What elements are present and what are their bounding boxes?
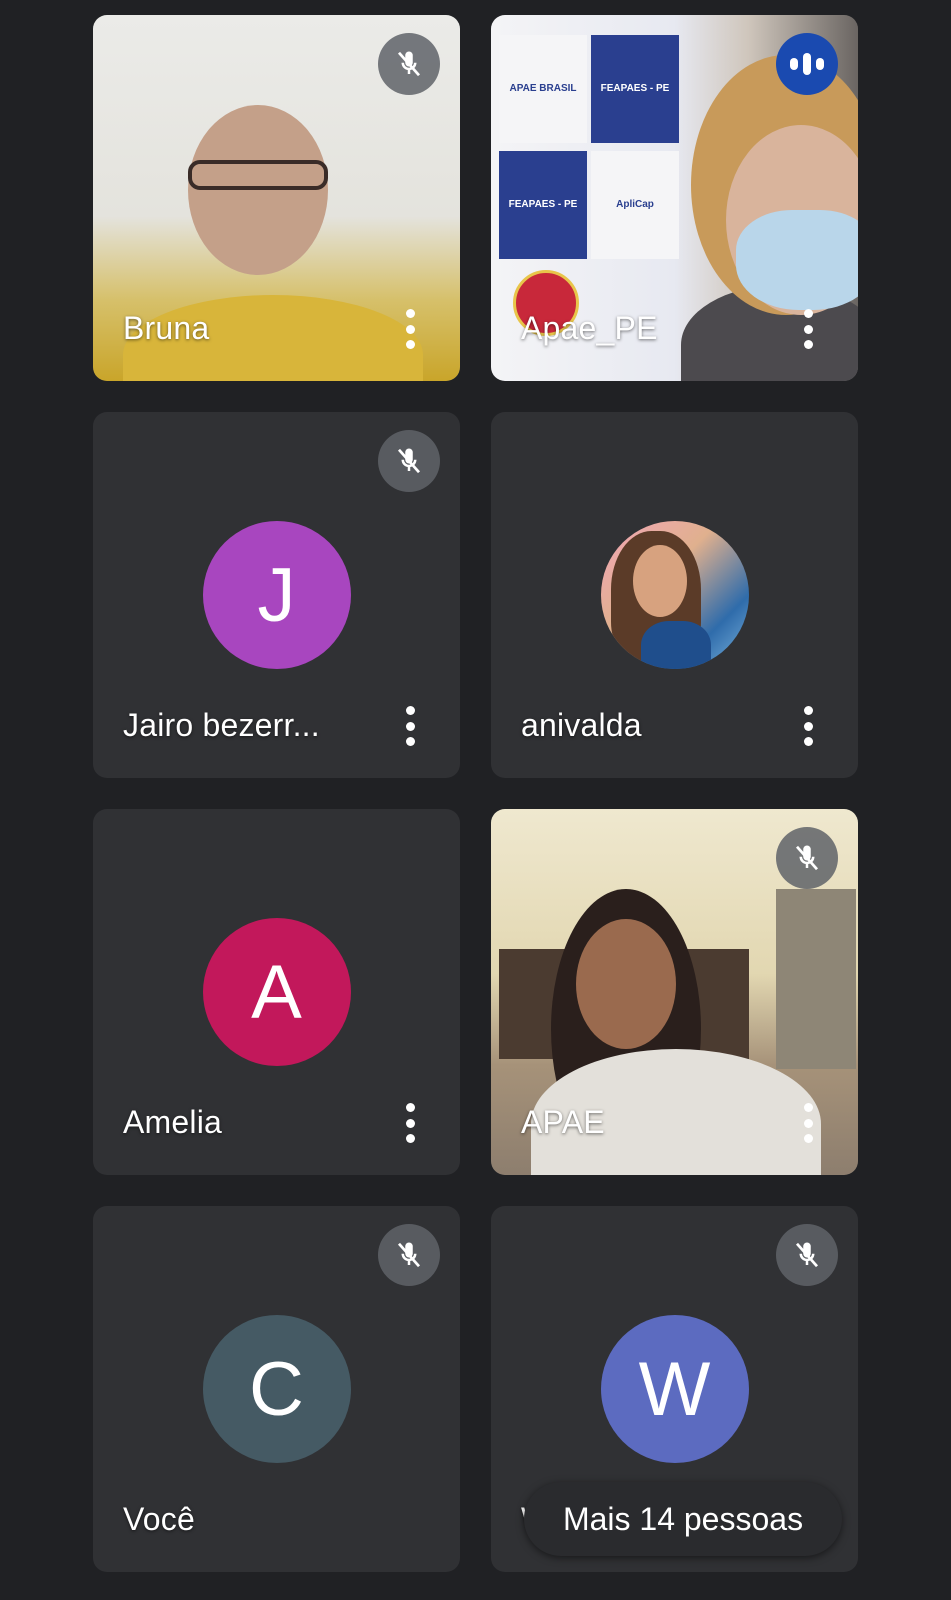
person-face: [632, 545, 687, 617]
more-options-icon[interactable]: [800, 1101, 816, 1145]
more-options-icon[interactable]: [800, 307, 816, 351]
participant-name: anivalda: [521, 707, 642, 743]
avatar: J: [202, 521, 351, 669]
participant-name: Bruna: [123, 310, 210, 346]
person-face: [576, 919, 676, 1049]
participant-name: APAE: [521, 1104, 605, 1140]
mic-off-icon: [776, 1224, 838, 1286]
glasses-shape: [188, 160, 328, 190]
participant-tile-anivalda[interactable]: anivalda: [491, 412, 858, 778]
avatar: [600, 521, 749, 669]
window-shape: [776, 889, 856, 1069]
face-mask: [736, 210, 858, 310]
mic-off-icon: [378, 1224, 440, 1286]
participant-tile-apae-pe[interactable]: APAE BRASIL FEAPAES - PE FEAPAES - PE Ap…: [491, 15, 858, 381]
more-options-icon[interactable]: [800, 704, 816, 748]
participant-name: Apae_PE: [521, 310, 658, 346]
banner-logo: ApliCap: [591, 151, 679, 259]
avatar: W: [600, 1315, 749, 1463]
more-people-button[interactable]: Mais 14 pessoas: [524, 1482, 842, 1556]
mic-off-icon: [776, 827, 838, 889]
more-options-icon[interactable]: [402, 704, 418, 748]
participant-name: Você: [123, 1501, 195, 1537]
more-options-icon[interactable]: [402, 1101, 418, 1145]
participant-tile-apae[interactable]: APAE: [491, 809, 858, 1175]
participant-tile-jairo[interactable]: J Jairo bezerr...: [93, 412, 460, 778]
avatar: C: [202, 1315, 351, 1463]
speaking-indicator-icon: [776, 33, 838, 95]
participant-name: Amelia: [123, 1104, 223, 1140]
participant-tile-amelia[interactable]: A Amelia: [93, 809, 460, 1175]
banner-logo: APAE BRASIL: [499, 35, 587, 143]
banner-logo: FEAPAES - PE: [591, 35, 679, 143]
participant-name: Jairo bezerr...: [123, 707, 320, 743]
participant-tile-bruna[interactable]: Bruna: [93, 15, 460, 381]
person-top: [640, 621, 711, 669]
participant-tile-self[interactable]: C Você: [93, 1206, 460, 1572]
person-head: [188, 105, 328, 275]
more-people-label: Mais 14 pessoas: [562, 1500, 804, 1537]
more-options-icon[interactable]: [402, 307, 418, 351]
mic-off-icon: [378, 33, 440, 95]
mic-off-icon: [378, 430, 440, 492]
banner-logo: FEAPAES - PE: [499, 151, 587, 259]
avatar: A: [202, 918, 351, 1066]
